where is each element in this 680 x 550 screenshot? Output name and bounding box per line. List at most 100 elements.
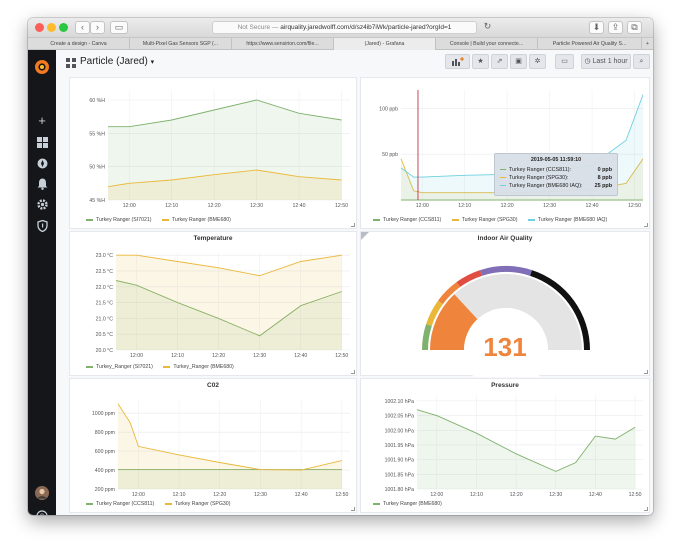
panel-resize-handle[interactable]	[351, 223, 355, 227]
x-tick-label: 12:30	[253, 353, 266, 359]
grafana-dashboard: Particle (Jared) ▾ ★ ⇗ ▣ ✲ ▭ ◷ Last 1 ho…	[56, 50, 653, 515]
share-dashboard-icon[interactable]: ⇗	[491, 54, 508, 69]
settings-gear-icon[interactable]: ✲	[529, 54, 546, 69]
y-tick-label: 22.0 °C	[96, 285, 114, 291]
browser-window: ‹ › ▭ Not Secure — airquality.jaredwolff…	[28, 18, 653, 515]
pressure-panel[interactable]: Pressure 1001.80 hPa 1001.85 hPa 1001.90 h…	[360, 378, 650, 513]
pressure-chart: 1001.80 hPa 1001.85 hPa 1001.90 hPa 1001.95…	[385, 395, 643, 498]
new-tab-button[interactable]: +	[642, 38, 653, 50]
legend-item[interactable]: Turkey Ranger (SPG30)	[164, 501, 230, 507]
forward-icon[interactable]: ›	[90, 21, 105, 34]
y-tick-label: 600 ppm	[95, 449, 115, 455]
dashboards-icon[interactable]	[37, 137, 48, 148]
tooltip-row: Turkey Ranger (SPG30): 8 ppb	[500, 174, 612, 182]
y-tick-label: 21.0 °C	[96, 316, 114, 322]
y-tick-label: 800 ppm	[95, 430, 115, 436]
url-text: airquality.jaredwolff.com/d/sz4ib7iWk/pa…	[280, 24, 452, 31]
y-tick-label: 1002.05 hPa	[385, 414, 415, 420]
legend-item[interactable]: Turkey_Ranger (SI7021)	[86, 364, 153, 370]
add-panel-icon[interactable]	[445, 54, 470, 69]
browser-tab[interactable]: https://www.sensirion.com/file...	[232, 38, 334, 50]
browser-tab[interactable]: Console | Build your connecte...	[436, 38, 538, 50]
y-tick-label: 400 ppm	[95, 468, 115, 474]
x-tick-label: 12:10	[458, 203, 471, 209]
dashboard-title[interactable]: Particle (Jared) ▾	[80, 56, 154, 67]
co2-panel[interactable]: C02 200 ppm 400 ppm 600 ppm 800 ppm 1000 ppm…	[69, 378, 357, 513]
close-window-button[interactable]	[35, 23, 44, 32]
panel-resize-handle[interactable]	[644, 507, 648, 511]
time-range-picker[interactable]: ◷ Last 1 hour	[581, 54, 631, 69]
panel-resize-handle[interactable]	[644, 370, 648, 374]
y-tick-label: 100 ppb	[379, 106, 398, 112]
tv-mode-icon[interactable]: ▭	[555, 54, 574, 69]
iaq-gauge-panel[interactable]: Indoor Air Quality 131	[360, 231, 650, 377]
browser-titlebar: ‹ › ▭ Not Secure — airquality.jaredwolff…	[28, 18, 653, 38]
help-icon[interactable]: ?	[36, 510, 48, 515]
save-icon[interactable]: ▣	[510, 54, 527, 69]
tooltip-label: Turkey Ranger (SPG30):	[509, 175, 569, 181]
grafana-logo-icon[interactable]	[33, 58, 51, 76]
legend-item[interactable]: Turkey Ranger (SI7021)	[86, 217, 151, 223]
browser-tab[interactable]: Create a design - Canva	[28, 38, 130, 50]
x-tick-label: 12:10	[171, 353, 184, 359]
legend-item[interactable]: Turkey_Ranger (BME680)	[163, 364, 234, 370]
y-tick-label: 45 %H	[89, 198, 105, 204]
browser-tab-active[interactable]: (Jared) - Grafana	[334, 38, 436, 50]
y-tick-label: 20.5 °C	[96, 332, 114, 338]
x-tick-label: 12:00	[132, 492, 145, 498]
legend-item[interactable]: Turkey Ranger (BME680 IAQ)	[527, 217, 607, 223]
gas-legend: Turkey Ranger (CCS811) Turkey Ranger (SP…	[373, 217, 616, 223]
x-tick-label: 12:20	[501, 203, 514, 209]
star-icon[interactable]: ★	[472, 54, 489, 69]
x-tick-label: 12:00	[123, 203, 136, 209]
dashboard-title-text: Particle (Jared)	[80, 56, 148, 67]
svg-text:?: ?	[40, 514, 44, 515]
pressure-legend: Turkey Ranger (BME680)	[373, 501, 451, 507]
y-tick-label: 1001.80 hPa	[385, 487, 415, 493]
co2-legend: Turkey Ranger (CCS811) Turkey Ranger (SP…	[86, 501, 239, 507]
minimize-window-button[interactable]	[47, 23, 56, 32]
legend-item[interactable]: Turkey Ranger (CCS811)	[373, 217, 441, 223]
zoom-out-icon[interactable]: ⌕	[633, 54, 650, 69]
share-icon[interactable]: ⇪	[608, 21, 623, 34]
address-bar[interactable]: Not Secure — airquality.jaredwolff.com/d…	[212, 21, 477, 34]
temperature-panel[interactable]: Temperature 20.0 °C 20.5 °C 21.0 °C 21.5 °C…	[69, 231, 357, 376]
zoom-window-button[interactable]	[59, 23, 68, 32]
graph-tooltip: 2019-05-05 11:59:10 Turkey Ranger (CCS81…	[494, 153, 618, 196]
back-icon[interactable]: ‹	[75, 21, 90, 34]
legend-item[interactable]: Turkey Ranger (BME680)	[161, 217, 231, 223]
y-tick-label: 22.5 °C	[96, 269, 114, 275]
y-tick-label: 1001.90 hPa	[385, 458, 415, 464]
legend-item[interactable]: Turkey Ranger (SPG30)	[451, 217, 517, 223]
y-tick-label: 1002.10 hPa	[385, 399, 415, 405]
panel-resize-handle[interactable]	[351, 507, 355, 511]
explore-icon[interactable]	[37, 158, 48, 169]
legend-item[interactable]: Turkey Ranger (CCS811)	[86, 501, 154, 507]
gear-icon[interactable]	[37, 199, 48, 210]
tab-bar: Create a design - Canva Multi-Pixel Gas …	[28, 38, 653, 50]
y-tick-label: 1002.00 hPa	[385, 428, 415, 434]
browser-tab[interactable]: Particle Powered Air Quality S...	[538, 38, 642, 50]
panel-resize-handle[interactable]	[644, 223, 648, 227]
reload-icon[interactable]: ↻	[480, 21, 495, 34]
legend-item[interactable]: Turkey Ranger (BME680)	[373, 501, 442, 507]
tooltip-value: 25 ppb	[594, 183, 612, 189]
x-tick-label: 12:30	[543, 203, 556, 209]
x-tick-label: 12:00	[416, 203, 429, 209]
sidebar-toggle-icon[interactable]: ▭	[110, 21, 128, 34]
x-tick-label: 12:30	[254, 492, 267, 498]
tooltip-row: Turkey Ranger (CCS811): 0 ppb	[500, 166, 612, 174]
shield-icon[interactable]	[37, 220, 48, 232]
panel-resize-handle[interactable]	[351, 370, 355, 374]
user-avatar[interactable]	[35, 486, 49, 500]
download-icon[interactable]: ⬇	[589, 21, 604, 34]
tabs-overview-icon[interactable]: ⧉	[627, 21, 642, 34]
tooltip-label: Turkey Ranger (CCS811):	[509, 167, 572, 173]
x-tick-label: 12:10	[173, 492, 186, 498]
y-tick-label: 60 %H	[89, 98, 105, 104]
humidity-panel[interactable]: 45 %H 50 %H 55 %H 60 %H 12:00 12:10 12:20 12:30…	[69, 77, 357, 229]
x-tick-label: 12:40	[295, 492, 308, 498]
alerting-bell-icon[interactable]	[37, 178, 48, 190]
browser-tab[interactable]: Multi-Pixel Gas Sensors SGP (...	[130, 38, 232, 50]
plus-icon[interactable]: +	[34, 114, 50, 128]
